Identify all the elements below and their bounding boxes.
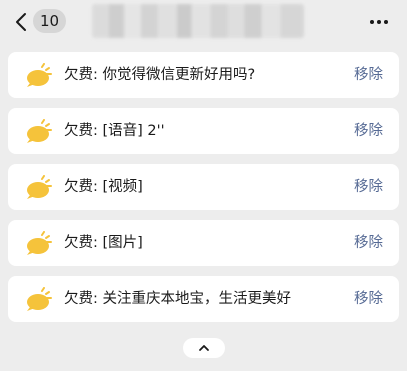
message-card[interactable]: 欠费: 你觉得微信更新好用吗? 移除 [8, 52, 399, 98]
message-list: 欠费: 你觉得微信更新好用吗? 移除 欠费: [语音] 2'' 移除 欠费: [… [8, 52, 399, 332]
message-text: 欠费: [图片] [64, 235, 143, 251]
remove-button[interactable]: 移除 [354, 276, 383, 322]
blurred-title [92, 4, 304, 38]
back-button[interactable] [12, 9, 30, 35]
chevron-left-icon [16, 13, 26, 31]
remove-button[interactable]: 移除 [354, 164, 383, 210]
message-text: 欠费: 关注重庆本地宝，生活更美好 [64, 291, 291, 307]
remove-button[interactable]: 移除 [354, 220, 383, 266]
message-card[interactable]: 欠费: [语音] 2'' 移除 [8, 108, 399, 154]
message-text: 欠费: 你觉得微信更新好用吗? [64, 67, 256, 83]
speech-bubble-icon [27, 175, 52, 199]
message-card[interactable]: 欠费: 关注重庆本地宝，生活更美好 移除 [8, 276, 399, 322]
speech-bubble-icon [27, 119, 52, 143]
message-text: 欠费: [语音] 2'' [64, 123, 165, 139]
ellipsis-icon [370, 20, 374, 24]
speech-bubble-icon [27, 63, 52, 87]
message-card[interactable]: 欠费: [图片] 移除 [8, 220, 399, 266]
speech-bubble-icon [27, 287, 52, 311]
unread-count-badge[interactable]: 10 [33, 9, 66, 33]
remove-button[interactable]: 移除 [354, 52, 383, 98]
remove-button[interactable]: 移除 [354, 108, 383, 154]
message-card[interactable]: 欠费: [视频] 移除 [8, 164, 399, 210]
top-bar: 10 [0, 0, 407, 44]
collapse-button[interactable] [183, 338, 225, 358]
speech-bubble-icon [27, 231, 52, 255]
chevron-up-icon [199, 345, 209, 351]
message-text: 欠费: [视频] [64, 179, 143, 195]
more-button[interactable] [364, 10, 394, 34]
